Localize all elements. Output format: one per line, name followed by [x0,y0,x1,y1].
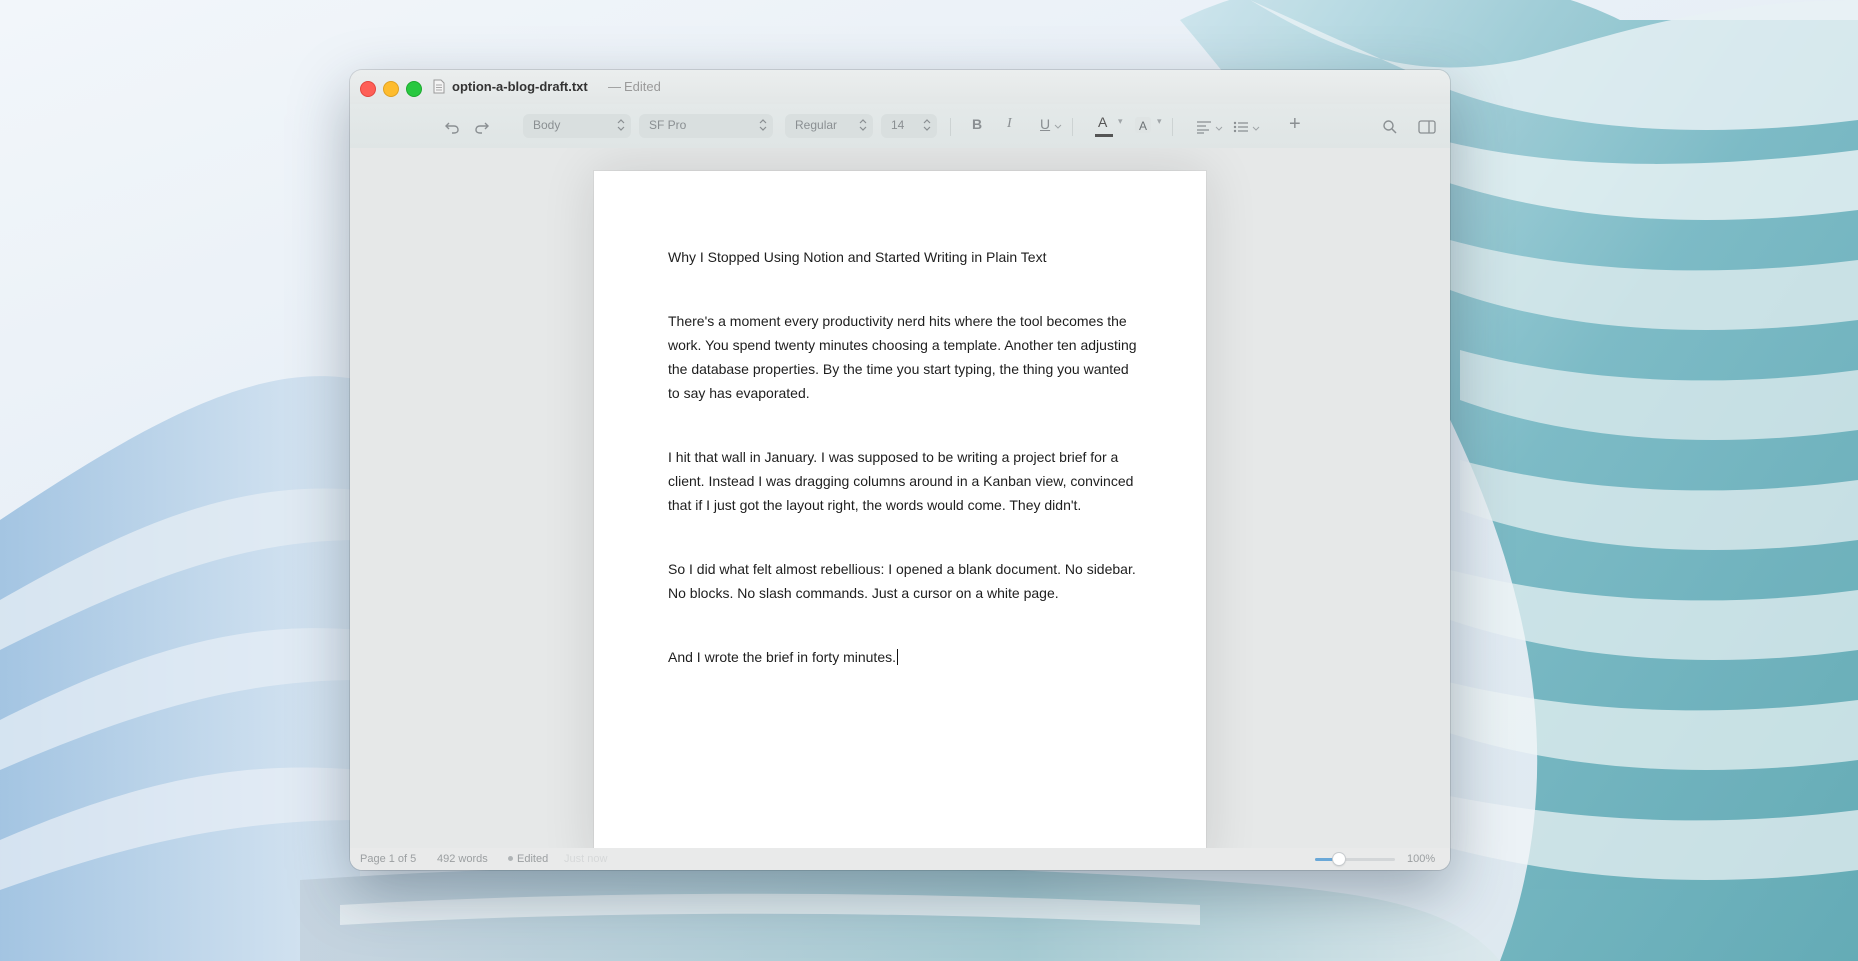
close-button[interactable] [360,81,376,97]
title-separator: — [608,79,621,94]
toolbar-divider [1072,118,1073,136]
updown-chevron-icon [759,118,767,135]
italic-button[interactable]: I [1007,116,1012,132]
edited-indicator: Edited [508,853,548,865]
saved-time: Just now [564,853,608,865]
chevron-down-icon[interactable] [1215,120,1223,138]
align-left-icon[interactable] [1193,116,1215,138]
document-canvas[interactable]: Why I Stopped Using Notion and Started W… [350,148,1450,848]
font-family-value: SF Pro [649,118,687,132]
font-family-select[interactable]: SF Pro [639,114,773,138]
maximize-button[interactable] [406,81,422,97]
page-count: Page 1 of 5 [360,853,417,865]
document-page[interactable]: Why I Stopped Using Notion and Started W… [594,171,1206,848]
zoom-level: 100% [1407,853,1436,865]
window-title: option-a-blog-draft.txt [452,79,588,94]
font-size-value: 14 [891,118,905,132]
text-color-glyph: A [1098,114,1108,130]
document-icon [433,79,445,99]
paragraph-style-select[interactable]: Body [523,114,631,138]
paragraph-2[interactable]: I hit that wall in January. I was suppos… [668,445,1138,517]
edited-label: Edited [517,853,549,865]
paragraph-style-value: Body [533,118,561,132]
updown-chevron-icon [859,118,867,135]
font-size-select[interactable]: 14 [881,114,937,138]
text-color-swatch [1095,134,1113,137]
zoom-slider[interactable] [1315,853,1395,865]
word-count: 492 words [437,853,488,865]
paragraph-4-text: And I wrote the brief in forty minutes. [668,649,896,665]
redo-icon[interactable] [471,116,493,138]
edited-status: Edited [624,79,661,94]
paragraph-1[interactable]: There's a moment every productivity nerd… [668,309,1138,405]
underline-button[interactable]: U [1040,116,1050,132]
document-body[interactable]: Why I Stopped Using Notion and Started W… [668,245,1138,709]
updown-chevron-icon [617,118,625,135]
chevron-down-icon[interactable]: ▾ [1118,116,1123,127]
zoom-slider-knob[interactable] [1333,853,1345,865]
title-bar[interactable]: option-a-blog-draft.txt — Edited [350,70,1450,104]
undo-icon[interactable] [441,116,463,138]
text-cursor [897,649,898,665]
status-bar: Page 1 of 5 492 words Edited Just now 10… [350,848,1450,870]
chevron-down-icon[interactable] [1252,120,1260,138]
document-heading[interactable]: Why I Stopped Using Notion and Started W… [668,245,1138,269]
minimize-button[interactable] [383,81,399,97]
insert-button[interactable]: + [1289,113,1301,136]
chevron-down-icon[interactable]: ▾ [1157,116,1162,127]
chevron-down-icon[interactable] [1054,118,1062,136]
sidebar-toggle-icon[interactable] [1416,116,1438,138]
updown-chevron-icon [923,118,931,135]
text-editor-window: option-a-blog-draft.txt — Edited Body SF… [350,70,1450,870]
search-icon[interactable] [1379,116,1401,138]
highlight-glyph: A [1138,119,1147,133]
paragraph-4[interactable]: And I wrote the brief in forty minutes. [668,645,1138,669]
text-color-button[interactable]: A [1095,112,1113,140]
formatting-toolbar: Body SF Pro Regular 14 B I U A ▾ A ▾ + [350,104,1450,149]
toolbar-divider [1172,118,1173,136]
highlight-color-button[interactable]: A [1135,117,1151,133]
toolbar-divider [950,118,951,136]
font-weight-value: Regular [795,118,838,132]
font-weight-select[interactable]: Regular [785,114,873,138]
edited-dot-icon [508,856,513,861]
bold-button[interactable]: B [972,116,982,132]
list-icon[interactable] [1230,116,1252,138]
paragraph-3[interactable]: So I did what felt almost rebellious: I … [668,557,1138,605]
